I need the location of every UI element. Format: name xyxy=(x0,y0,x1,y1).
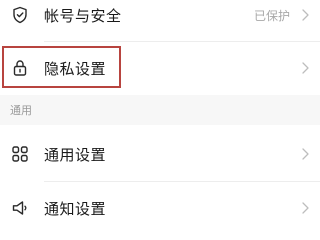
shield-check-icon xyxy=(10,5,30,25)
general-settings-row[interactable]: 通用设置 xyxy=(0,128,320,180)
chevron-right-icon xyxy=(299,146,311,162)
notification-settings-row[interactable]: 通知设置 xyxy=(0,182,320,234)
account-security-label: 帐号与安全 xyxy=(44,6,122,25)
chevron-right-icon xyxy=(299,200,311,216)
notification-settings-label: 通知设置 xyxy=(44,199,107,218)
lock-icon xyxy=(10,58,30,78)
privacy-settings-label: 隐私设置 xyxy=(44,59,107,78)
account-security-status: 已保护 xyxy=(253,8,290,23)
chevron-right-icon xyxy=(299,7,311,23)
section-header-label: 通用 xyxy=(10,104,32,117)
privacy-settings-row[interactable]: 隐私设置 xyxy=(0,42,320,94)
chevron-right-icon xyxy=(299,60,311,76)
general-settings-label: 通用设置 xyxy=(44,145,107,164)
account-security-row[interactable]: 帐号与安全 已保护 xyxy=(0,0,320,41)
grid-icon xyxy=(10,144,30,164)
section-header-general: 通用 xyxy=(0,95,320,125)
speaker-icon xyxy=(10,198,30,218)
